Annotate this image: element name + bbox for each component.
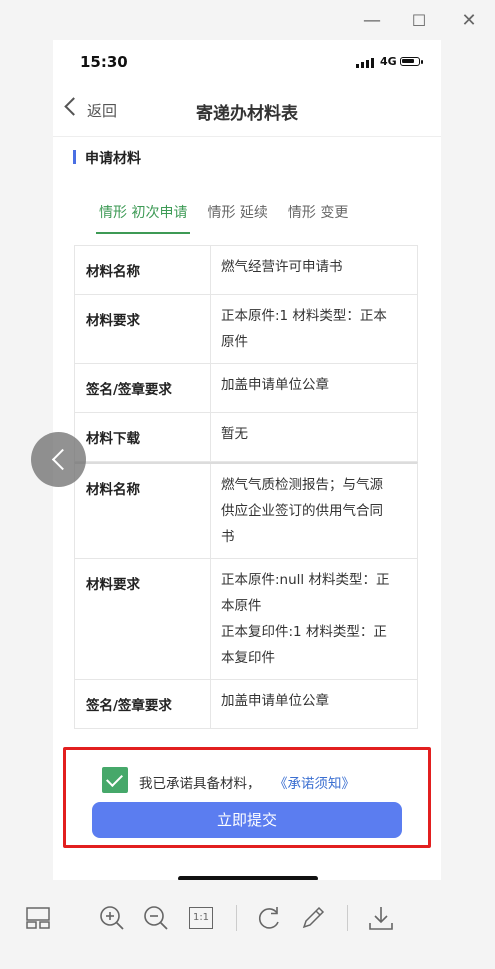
rotate-icon[interactable] xyxy=(255,904,283,932)
row-label: 材料要求 xyxy=(75,559,211,679)
nav-bar: 返回 寄递办材料表 xyxy=(53,86,441,137)
tab-renewal[interactable]: 情形 延续 xyxy=(207,190,267,234)
row-label: 签名/签章要求 xyxy=(75,680,211,728)
highlight-box xyxy=(63,747,431,848)
zoom-out-icon[interactable] xyxy=(142,904,170,932)
section-title: 申请材料 xyxy=(73,148,141,168)
close-button[interactable]: ✕ xyxy=(454,8,484,32)
minimize-button[interactable]: — xyxy=(357,8,387,32)
network-type: 4G xyxy=(380,55,397,68)
battery-icon xyxy=(400,57,420,66)
tab-bar: 情形 初次申请 情形 延续 情形 变更 xyxy=(95,190,368,234)
tab-change[interactable]: 情形 变更 xyxy=(288,190,348,234)
floating-back-button[interactable] xyxy=(31,432,86,487)
row-label: 签名/签章要求 xyxy=(75,364,211,412)
row-value: 正本原件:null 材料类型：正 本原件 正本复印件:1 材料类型：正 本复印件 xyxy=(221,572,390,666)
row-label: 材料下载 xyxy=(75,413,211,461)
tab-initial-application[interactable]: 情形 初次申请 xyxy=(95,190,191,234)
status-time: 15:30 xyxy=(80,53,128,71)
table-row: 材料要求 正本原件:null 材料类型：正 本原件 正本复印件:1 材料类型：正 本复… xyxy=(74,559,418,680)
table-row: 材料要求 正本原件:1 材料类型：正本 原件 xyxy=(74,295,418,364)
signal-icon xyxy=(356,58,374,68)
table-row: 材料名称 燃气气质检测报告；与气源 供应企业签订的供用气合同书 xyxy=(74,462,418,559)
page-title: 寄递办材料表 xyxy=(196,104,298,124)
row-label: 材料名称 xyxy=(75,464,211,558)
row-value: 加盖申请单位公章 xyxy=(221,693,329,709)
status-bar: 15:30 4G xyxy=(53,40,441,86)
table-row: 签名/签章要求 加盖申请单位公章 xyxy=(74,364,418,413)
download-icon[interactable] xyxy=(367,904,395,932)
home-indicator xyxy=(178,876,318,880)
materials-table: 材料名称 燃气经营许可申请书 材料要求 正本原件:1 材料类型：正本 原件 签名/… xyxy=(74,245,418,729)
row-value: 燃气气质检测报告；与气源 供应企业签订的供用气合同书 xyxy=(221,477,383,545)
zoom-in-icon[interactable] xyxy=(98,904,126,932)
actual-size-icon[interactable]: 1:1 xyxy=(187,904,215,932)
row-label: 材料名称 xyxy=(75,246,211,294)
table-row: 材料名称 燃气经营许可申请书 xyxy=(74,245,418,295)
row-value: 正本原件:1 材料类型：正本 原件 xyxy=(221,308,387,350)
table-row: 材料下载 暂无 xyxy=(74,413,418,462)
maximize-button[interactable]: ☐ xyxy=(404,8,434,32)
layout-icon[interactable] xyxy=(24,904,52,932)
row-label: 材料要求 xyxy=(75,295,211,363)
table-row: 签名/签章要求 加盖申请单位公章 xyxy=(74,680,418,729)
edit-pen-icon[interactable] xyxy=(299,904,327,932)
